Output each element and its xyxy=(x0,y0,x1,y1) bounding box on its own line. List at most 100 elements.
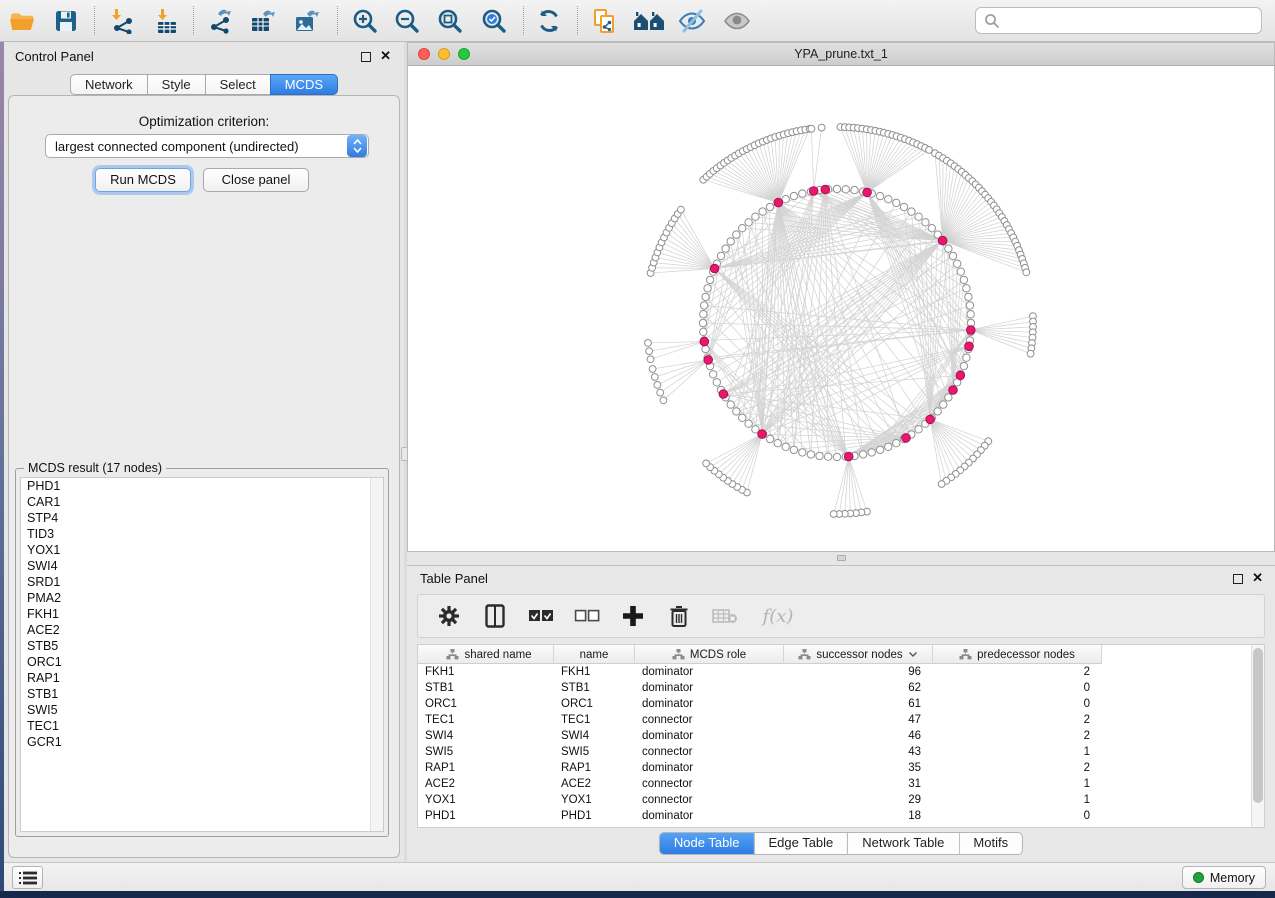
clone-network-button[interactable] xyxy=(588,4,622,38)
table-scrollbar[interactable] xyxy=(1251,645,1264,827)
first-neighbors-button[interactable] xyxy=(632,4,666,38)
table-cell[interactable]: 1 xyxy=(933,744,1102,760)
delete-column-button[interactable] xyxy=(666,602,692,630)
table-cell[interactable]: 46 xyxy=(784,728,933,744)
table-cell[interactable]: SWI4 xyxy=(554,728,635,744)
show-all-button[interactable] xyxy=(720,4,754,38)
mcds-result-item[interactable]: GCR1 xyxy=(21,734,383,750)
table-cell[interactable]: 29 xyxy=(784,792,933,808)
select-stepper[interactable] xyxy=(347,135,367,157)
mcds-result-item[interactable]: PHD1 xyxy=(21,478,383,494)
apply-layout-button[interactable] xyxy=(532,4,566,38)
mcds-result-item[interactable]: SWI5 xyxy=(21,702,383,718)
network-window-titlebar[interactable]: YPA_prune.txt_1 xyxy=(408,43,1274,66)
mcds-result-item[interactable]: ORC1 xyxy=(21,654,383,670)
table-cell[interactable]: RAP1 xyxy=(418,760,554,776)
tab-edge-table[interactable]: Edge Table xyxy=(753,833,847,854)
close-panel-button[interactable]: Close panel xyxy=(203,168,309,192)
table-row[interactable]: ACE2ACE2connector311 xyxy=(418,776,1264,792)
table-cell[interactable]: ORC1 xyxy=(554,696,635,712)
table-cell[interactable]: PHD1 xyxy=(554,808,635,824)
tab-select[interactable]: Select xyxy=(205,74,271,95)
table-cell[interactable]: SWI5 xyxy=(418,744,554,760)
table-cell[interactable]: YOX1 xyxy=(418,792,554,808)
export-network-button[interactable] xyxy=(203,4,237,38)
table-cell[interactable]: 61 xyxy=(784,696,933,712)
table-cell[interactable]: 43 xyxy=(784,744,933,760)
hide-selected-button[interactable] xyxy=(675,4,709,38)
table-cell[interactable]: 0 xyxy=(933,696,1102,712)
mcds-result-item[interactable]: YOX1 xyxy=(21,542,383,558)
table-cell[interactable]: ORC1 xyxy=(418,696,554,712)
table-cell[interactable]: 1 xyxy=(933,792,1102,808)
table-scrollbar-thumb[interactable] xyxy=(1253,648,1263,803)
table-cell[interactable]: 96 xyxy=(784,664,933,680)
optimization-criterion-select[interactable]: largest connected component (undirected) xyxy=(45,134,369,158)
column-header-predecessor-nodes[interactable]: predecessor nodes xyxy=(933,645,1102,664)
task-history-button[interactable] xyxy=(12,866,43,889)
table-cell[interactable]: 2 xyxy=(933,760,1102,776)
table-cell[interactable]: 0 xyxy=(933,680,1102,696)
table-cell[interactable]: 2 xyxy=(933,712,1102,728)
show-columns-button[interactable] xyxy=(482,602,508,630)
mcds-result-item[interactable]: TID3 xyxy=(21,526,383,542)
deselect-all-button[interactable] xyxy=(574,602,600,630)
float-panel-icon[interactable] xyxy=(361,52,371,62)
float-table-panel-icon[interactable] xyxy=(1233,574,1243,584)
mcds-result-item[interactable]: SWI4 xyxy=(21,558,383,574)
column-header-name[interactable]: name xyxy=(554,645,635,664)
table-cell[interactable]: dominator xyxy=(635,664,784,680)
table-cell[interactable]: connector xyxy=(635,712,784,728)
table-cell[interactable]: STB1 xyxy=(554,680,635,696)
close-panel-icon[interactable]: ✕ xyxy=(380,48,391,64)
table-cell[interactable]: SWI5 xyxy=(554,744,635,760)
zoom-out-button[interactable] xyxy=(390,4,424,38)
save-session-button[interactable] xyxy=(49,4,83,38)
run-mcds-button[interactable]: Run MCDS xyxy=(95,168,191,192)
table-cell[interactable]: 31 xyxy=(784,776,933,792)
table-row[interactable]: ORC1ORC1dominator610 xyxy=(418,696,1264,712)
table-cell[interactable]: 0 xyxy=(933,808,1102,824)
table-cell[interactable]: ACE2 xyxy=(554,776,635,792)
table-cell[interactable]: 62 xyxy=(784,680,933,696)
zoom-fit-button[interactable] xyxy=(433,4,467,38)
table-cell[interactable]: SWI4 xyxy=(418,728,554,744)
add-column-button[interactable] xyxy=(620,602,646,630)
mcds-result-item[interactable]: PMA2 xyxy=(21,590,383,606)
import-table-button[interactable] xyxy=(149,4,183,38)
table-cell[interactable]: PHD1 xyxy=(418,808,554,824)
mcds-result-item[interactable]: RAP1 xyxy=(21,670,383,686)
node-table[interactable]: shared name name MCDS role successor nod… xyxy=(417,644,1265,828)
close-table-panel-icon[interactable]: ✕ xyxy=(1252,570,1263,586)
tab-mcds[interactable]: MCDS xyxy=(270,74,338,95)
tab-style[interactable]: Style xyxy=(147,74,206,95)
table-cell[interactable]: ACE2 xyxy=(418,776,554,792)
table-cell[interactable]: YOX1 xyxy=(554,792,635,808)
table-cell[interactable]: dominator xyxy=(635,680,784,696)
search-input[interactable] xyxy=(1006,11,1261,31)
table-cell[interactable]: 18 xyxy=(784,808,933,824)
table-row[interactable]: RAP1RAP1dominator352 xyxy=(418,760,1264,776)
table-cell[interactable]: 1 xyxy=(933,776,1102,792)
table-cell[interactable]: 47 xyxy=(784,712,933,728)
table-row[interactable]: YOX1YOX1connector291 xyxy=(418,792,1264,808)
table-cell[interactable]: 2 xyxy=(933,664,1102,680)
splitter-grip[interactable] xyxy=(837,555,846,561)
table-cell[interactable]: TEC1 xyxy=(554,712,635,728)
tab-motifs[interactable]: Motifs xyxy=(958,833,1022,854)
column-header-mcds-role[interactable]: MCDS role xyxy=(635,645,784,664)
table-row[interactable]: PHD1PHD1dominator180 xyxy=(418,808,1264,824)
table-cell[interactable]: connector xyxy=(635,744,784,760)
table-row[interactable]: STB1STB1dominator620 xyxy=(418,680,1264,696)
mcds-result-item[interactable]: TEC1 xyxy=(21,718,383,734)
column-header-shared-name[interactable]: shared name xyxy=(418,645,554,664)
table-cell[interactable]: dominator xyxy=(635,760,784,776)
table-cell[interactable]: FKH1 xyxy=(418,664,554,680)
mcds-list-scrollbar[interactable] xyxy=(370,478,383,831)
select-all-button[interactable] xyxy=(528,602,554,630)
mcds-result-list[interactable]: PHD1CAR1STP4TID3YOX1SWI4SRD1PMA2FKH1ACE2… xyxy=(20,477,384,832)
table-settings-button[interactable] xyxy=(436,602,462,630)
mcds-result-item[interactable]: SRD1 xyxy=(21,574,383,590)
import-network-button[interactable] xyxy=(105,4,139,38)
table-row[interactable]: FKH1FKH1dominator962 xyxy=(418,664,1264,680)
